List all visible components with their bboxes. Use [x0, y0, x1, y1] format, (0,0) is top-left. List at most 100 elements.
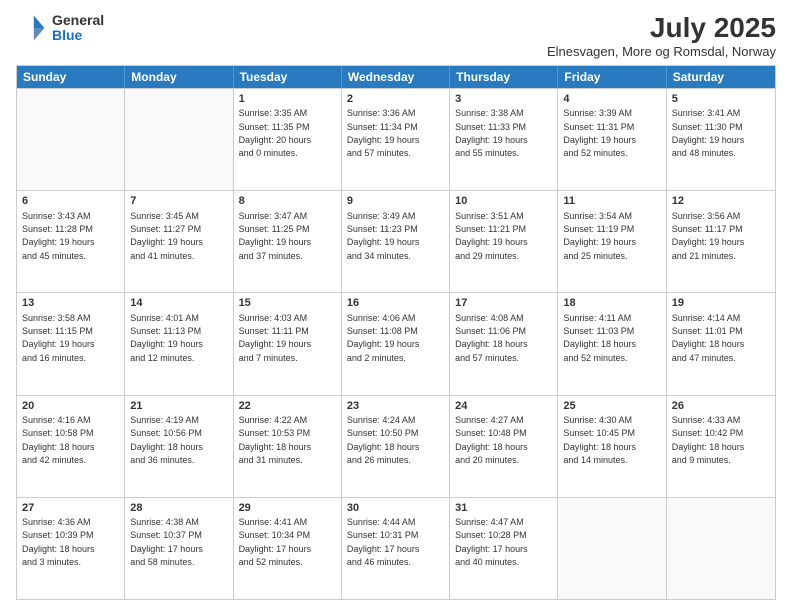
cell-day-number: 8 [239, 194, 336, 208]
cal-cell: 27 Sunrise: 4:36 AM Sunset: 10:39 PM Dayl… [17, 498, 125, 599]
cell-info-text: Sunrise: 3:47 AM Sunset: 11:25 PM Daylig… [239, 211, 312, 261]
cell-info-text: Sunrise: 3:51 AM Sunset: 11:21 PM Daylig… [455, 211, 528, 261]
cell-info-text: Sunrise: 3:49 AM Sunset: 11:23 PM Daylig… [347, 211, 420, 261]
cell-day-number: 25 [563, 399, 660, 413]
cell-info-text: Sunrise: 4:16 AM Sunset: 10:58 PM Daylig… [22, 415, 95, 465]
cell-day-number: 6 [22, 194, 119, 208]
cell-info-text: Sunrise: 4:44 AM Sunset: 10:31 PM Daylig… [347, 517, 420, 567]
cell-info-text: Sunrise: 4:01 AM Sunset: 11:13 PM Daylig… [130, 313, 203, 363]
cal-cell: 12 Sunrise: 3:56 AM Sunset: 11:17 PM Dayl… [667, 191, 775, 292]
logo-general-text: General [52, 13, 104, 28]
cell-info-text: Sunrise: 4:03 AM Sunset: 11:11 PM Daylig… [239, 313, 312, 363]
cell-info-text: Sunrise: 3:56 AM Sunset: 11:17 PM Daylig… [672, 211, 745, 261]
cell-day-number: 18 [563, 296, 660, 310]
cell-day-number: 3 [455, 92, 552, 106]
cal-cell: 25 Sunrise: 4:30 AM Sunset: 10:45 PM Dayl… [558, 396, 666, 497]
cell-day-number: 13 [22, 296, 119, 310]
cal-cell: 5Sunrise: 3:41 AM Sunset: 11:30 PM Dayli… [667, 89, 775, 190]
header-wednesday: Wednesday [342, 66, 450, 88]
cal-cell: 19 Sunrise: 4:14 AM Sunset: 11:01 PM Dayl… [667, 293, 775, 394]
cell-info-text: Sunrise: 4:22 AM Sunset: 10:53 PM Daylig… [239, 415, 312, 465]
calendar-header: Sunday Monday Tuesday Wednesday Thursday… [17, 66, 775, 88]
cal-cell: 10 Sunrise: 3:51 AM Sunset: 11:21 PM Dayl… [450, 191, 558, 292]
cell-info-text: Sunrise: 4:33 AM Sunset: 10:42 PM Daylig… [672, 415, 745, 465]
cal-cell: 16 Sunrise: 4:06 AM Sunset: 11:08 PM Dayl… [342, 293, 450, 394]
cell-info-text: Sunrise: 3:41 AM Sunset: 11:30 PM Daylig… [672, 108, 745, 158]
cal-cell: 13 Sunrise: 3:58 AM Sunset: 11:15 PM Dayl… [17, 293, 125, 394]
cal-cell: 22 Sunrise: 4:22 AM Sunset: 10:53 PM Dayl… [234, 396, 342, 497]
cell-day-number: 29 [239, 501, 336, 515]
cell-info-text: Sunrise: 4:11 AM Sunset: 11:03 PM Daylig… [563, 313, 636, 363]
cal-cell: 1Sunrise: 3:35 AM Sunset: 11:35 PM Dayli… [234, 89, 342, 190]
cell-info-text: Sunrise: 3:35 AM Sunset: 11:35 PM Daylig… [239, 108, 312, 158]
cell-day-number: 12 [672, 194, 770, 208]
cal-cell: 3Sunrise: 3:38 AM Sunset: 11:33 PM Dayli… [450, 89, 558, 190]
cell-info-text: Sunrise: 3:45 AM Sunset: 11:27 PM Daylig… [130, 211, 203, 261]
logo-text: General Blue [52, 13, 104, 44]
cal-cell: 31Sunrise: 4:47 AM Sunset: 10:28 PM Dayl… [450, 498, 558, 599]
cell-day-number: 15 [239, 296, 336, 310]
calendar-week-3: 13 Sunrise: 3:58 AM Sunset: 11:15 PM Dayl… [17, 292, 775, 394]
cal-cell: 21 Sunrise: 4:19 AM Sunset: 10:56 PM Dayl… [125, 396, 233, 497]
cell-info-text: Sunrise: 4:38 AM Sunset: 10:37 PM Daylig… [130, 517, 203, 567]
cell-info-text: Sunrise: 3:39 AM Sunset: 11:31 PM Daylig… [563, 108, 636, 158]
cal-cell: 14 Sunrise: 4:01 AM Sunset: 11:13 PM Dayl… [125, 293, 233, 394]
calendar-week-4: 20 Sunrise: 4:16 AM Sunset: 10:58 PM Dayl… [17, 395, 775, 497]
cell-day-number: 20 [22, 399, 119, 413]
cell-info-text: Sunrise: 3:43 AM Sunset: 11:28 PM Daylig… [22, 211, 95, 261]
cell-info-text: Sunrise: 4:41 AM Sunset: 10:34 PM Daylig… [239, 517, 312, 567]
cell-day-number: 7 [130, 194, 227, 208]
cell-info-text: Sunrise: 4:06 AM Sunset: 11:08 PM Daylig… [347, 313, 420, 363]
calendar-body: 1Sunrise: 3:35 AM Sunset: 11:35 PM Dayli… [17, 88, 775, 599]
cell-day-number: 23 [347, 399, 444, 413]
cell-day-number: 22 [239, 399, 336, 413]
title-month: July 2025 [547, 12, 776, 44]
calendar-week-2: 6 Sunrise: 3:43 AM Sunset: 11:28 PM Dayli… [17, 190, 775, 292]
header: General Blue July 2025 Elnesvagen, More … [16, 12, 776, 59]
cal-cell: 24 Sunrise: 4:27 AM Sunset: 10:48 PM Dayl… [450, 396, 558, 497]
calendar-week-5: 27 Sunrise: 4:36 AM Sunset: 10:39 PM Dayl… [17, 497, 775, 599]
cal-cell: 23Sunrise: 4:24 AM Sunset: 10:50 PM Dayl… [342, 396, 450, 497]
cal-cell [558, 498, 666, 599]
header-saturday: Saturday [667, 66, 775, 88]
cal-cell [125, 89, 233, 190]
header-sunday: Sunday [17, 66, 125, 88]
cell-day-number: 10 [455, 194, 552, 208]
cal-cell: 11 Sunrise: 3:54 AM Sunset: 11:19 PM Dayl… [558, 191, 666, 292]
cell-info-text: Sunrise: 4:14 AM Sunset: 11:01 PM Daylig… [672, 313, 745, 363]
cell-info-text: Sunrise: 4:27 AM Sunset: 10:48 PM Daylig… [455, 415, 528, 465]
cal-cell: 15 Sunrise: 4:03 AM Sunset: 11:11 PM Dayl… [234, 293, 342, 394]
cal-cell: 30 Sunrise: 4:44 AM Sunset: 10:31 PM Dayl… [342, 498, 450, 599]
cell-day-number: 26 [672, 399, 770, 413]
cell-info-text: Sunrise: 4:36 AM Sunset: 10:39 PM Daylig… [22, 517, 95, 567]
header-friday: Friday [558, 66, 666, 88]
cell-day-number: 27 [22, 501, 119, 515]
logo-blue-text: Blue [52, 28, 104, 43]
logo-icon [16, 12, 48, 44]
cell-day-number: 11 [563, 194, 660, 208]
calendar-week-1: 1Sunrise: 3:35 AM Sunset: 11:35 PM Dayli… [17, 88, 775, 190]
cal-cell: 8 Sunrise: 3:47 AM Sunset: 11:25 PM Dayli… [234, 191, 342, 292]
cell-info-text: Sunrise: 3:58 AM Sunset: 11:15 PM Daylig… [22, 313, 95, 363]
cell-day-number: 24 [455, 399, 552, 413]
header-monday: Monday [125, 66, 233, 88]
cal-cell: 26 Sunrise: 4:33 AM Sunset: 10:42 PM Dayl… [667, 396, 775, 497]
cal-cell: 17Sunrise: 4:08 AM Sunset: 11:06 PM Dayl… [450, 293, 558, 394]
cell-day-number: 14 [130, 296, 227, 310]
cell-day-number: 21 [130, 399, 227, 413]
cal-cell: 7 Sunrise: 3:45 AM Sunset: 11:27 PM Dayli… [125, 191, 233, 292]
cal-cell: 4 Sunrise: 3:39 AM Sunset: 11:31 PM Dayli… [558, 89, 666, 190]
cell-info-text: Sunrise: 3:54 AM Sunset: 11:19 PM Daylig… [563, 211, 636, 261]
title-location: Elnesvagen, More og Romsdal, Norway [547, 44, 776, 59]
logo: General Blue [16, 12, 104, 44]
cell-info-text: Sunrise: 4:19 AM Sunset: 10:56 PM Daylig… [130, 415, 203, 465]
cell-info-text: Sunrise: 4:08 AM Sunset: 11:06 PM Daylig… [455, 313, 528, 363]
cell-info-text: Sunrise: 3:36 AM Sunset: 11:34 PM Daylig… [347, 108, 420, 158]
cell-info-text: Sunrise: 4:30 AM Sunset: 10:45 PM Daylig… [563, 415, 636, 465]
cell-day-number: 28 [130, 501, 227, 515]
cal-cell: 6 Sunrise: 3:43 AM Sunset: 11:28 PM Dayli… [17, 191, 125, 292]
cell-day-number: 16 [347, 296, 444, 310]
cell-day-number: 19 [672, 296, 770, 310]
cell-day-number: 30 [347, 501, 444, 515]
cell-day-number: 4 [563, 92, 660, 106]
